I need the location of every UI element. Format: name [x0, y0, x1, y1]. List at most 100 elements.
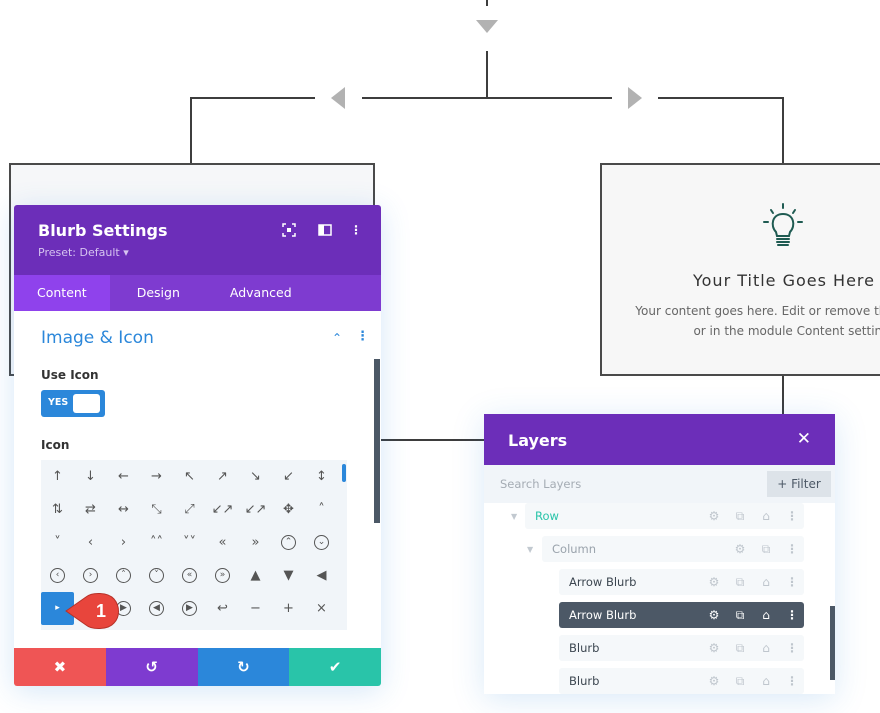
expand-caret-icon[interactable]: ▼	[511, 512, 517, 521]
icon-option[interactable]: ⤡	[140, 493, 173, 526]
gear-icon[interactable]: ⚙	[706, 639, 722, 657]
icon-grid-scrollbar[interactable]	[342, 464, 346, 482]
gear-icon[interactable]: ⚙	[706, 606, 722, 624]
icon-option[interactable]: ˄˄	[140, 526, 173, 559]
tab-content[interactable]: Content	[14, 275, 110, 311]
icon-option[interactable]: ↙↗	[239, 493, 272, 526]
icon-option[interactable]: ↑	[41, 460, 74, 493]
trash-icon[interactable]: ⌂	[758, 639, 774, 657]
layer-row-column[interactable]: Column ⚙ ⧉ ⋮	[542, 536, 804, 562]
icon-option[interactable]: −	[239, 592, 272, 625]
gear-icon[interactable]: ⚙	[732, 540, 748, 558]
layers-scrollbar[interactable]	[830, 606, 835, 680]
duplicate-icon[interactable]: ⧉	[758, 540, 774, 558]
more-icon[interactable]: ⋮	[784, 540, 800, 558]
layers-header[interactable]: Layers ✕	[484, 414, 835, 465]
icon-option[interactable]: ⌄	[305, 526, 338, 559]
icon-option[interactable]: ⇅	[41, 493, 74, 526]
trash-icon[interactable]: ⌂	[758, 507, 774, 525]
trash-icon[interactable]: ⌂	[758, 672, 774, 690]
modal-header[interactable]: Blurb Settings Preset: Default ▾ ⋮	[14, 205, 381, 275]
icon-option[interactable]: ✥	[272, 493, 305, 526]
icon-option[interactable]: ↙	[272, 460, 305, 493]
more-icon[interactable]: ⋮	[784, 573, 800, 591]
duplicate-icon[interactable]: ⧉	[732, 573, 748, 591]
more-icon[interactable]: ⋮	[784, 672, 800, 690]
layer-row-module[interactable]: Blurb ⚙ ⧉ ⌂ ⋮	[559, 635, 804, 661]
duplicate-icon[interactable]: ⧉	[732, 507, 748, 525]
icon-option[interactable]: →	[140, 460, 173, 493]
icon-option[interactable]: ▼	[272, 559, 305, 592]
icon-option[interactable]: ⇄	[74, 493, 107, 526]
icon-option[interactable]: ‹	[74, 526, 107, 559]
icon-option[interactable]: ↩	[206, 592, 239, 625]
icon-option[interactable]: ↗	[206, 460, 239, 493]
circled-glyph: ⌄	[314, 534, 329, 550]
icon-option[interactable]: ⤢	[173, 493, 206, 526]
icon-option[interactable]: ←	[107, 460, 140, 493]
icon-option[interactable]: »	[206, 559, 239, 592]
icon-option[interactable]: ↔	[107, 493, 140, 526]
layer-row-module[interactable]: Arrow Blurb ⚙ ⧉ ⌂ ⋮	[559, 569, 804, 595]
save-button[interactable]: ✔	[289, 648, 381, 686]
icon-option[interactable]: ˄	[305, 493, 338, 526]
trash-icon[interactable]: ⌂	[758, 606, 774, 624]
expand-caret-icon[interactable]: ▼	[527, 545, 533, 554]
chevron-up-icon[interactable]: ⌃	[332, 331, 342, 345]
icon-option[interactable]: ˅	[41, 526, 74, 559]
tab-advanced[interactable]: Advanced	[207, 275, 315, 311]
icon-option[interactable]: ⌃	[272, 526, 305, 559]
icon-option[interactable]: ↓	[74, 460, 107, 493]
right-blurb-card[interactable]: Your Title Goes Here Your content goes h…	[600, 163, 880, 376]
preset-dropdown[interactable]: Preset: Default ▾	[38, 246, 129, 259]
icon-option[interactable]: «	[206, 526, 239, 559]
cancel-button[interactable]: ✖	[14, 648, 106, 686]
undo-button[interactable]: ↺	[105, 648, 198, 686]
icon-option[interactable]: ↖	[173, 460, 206, 493]
gear-icon[interactable]: ⚙	[706, 573, 722, 591]
icon-option[interactable]: ▲	[239, 559, 272, 592]
modal-scrollbar[interactable]	[374, 359, 380, 523]
fullscreen-icon[interactable]	[281, 223, 297, 239]
more-icon[interactable]: ⋮	[784, 639, 800, 657]
more-options-icon[interactable]: ⋮	[348, 223, 364, 239]
icon-option[interactable]: ↕	[305, 460, 338, 493]
icon-option[interactable]: «	[173, 559, 206, 592]
gear-icon[interactable]: ⚙	[706, 507, 722, 525]
tab-design[interactable]: Design	[110, 275, 207, 311]
icon-option[interactable]: ↘	[239, 460, 272, 493]
icon-option[interactable]: ↙↗	[206, 493, 239, 526]
icon-option[interactable]: ˅	[140, 559, 173, 592]
layer-row-module[interactable]: Blurb ⚙ ⧉ ⌂ ⋮	[559, 668, 804, 694]
layer-row-module[interactable]: Arrow Blurb ⚙ ⧉ ⌂ ⋮	[559, 602, 804, 628]
more-icon[interactable]: ⋮	[784, 507, 800, 525]
layer-row-row[interactable]: Row ⚙ ⧉ ⌂ ⋮	[525, 503, 804, 529]
icon-option[interactable]: ◀	[305, 559, 338, 592]
icon-option[interactable]: ˄	[107, 559, 140, 592]
icon-option[interactable]: ◀	[140, 592, 173, 625]
section-title[interactable]: Image & Icon	[41, 328, 154, 348]
duplicate-icon[interactable]: ⧉	[732, 672, 748, 690]
duplicate-icon[interactable]: ⧉	[732, 606, 748, 624]
toggle-label: YES	[48, 397, 69, 408]
sidebar-layout-icon[interactable]	[317, 223, 333, 239]
icon-option[interactable]: ‹	[41, 559, 74, 592]
trash-icon[interactable]: ⌂	[758, 573, 774, 591]
use-icon-toggle[interactable]: YES	[41, 390, 105, 417]
search-layers-input[interactable]	[500, 465, 740, 503]
filter-button[interactable]: + Filter	[767, 471, 831, 497]
gear-icon[interactable]: ⚙	[706, 672, 722, 690]
section-more-icon[interactable]: ⋮	[356, 329, 369, 344]
icon-option[interactable]: ›	[74, 559, 107, 592]
toggle-knob	[73, 394, 100, 413]
icon-option[interactable]: ›	[107, 526, 140, 559]
icon-option[interactable]: ˅˅	[173, 526, 206, 559]
icon-option[interactable]: +	[272, 592, 305, 625]
icon-option[interactable]: »	[239, 526, 272, 559]
icon-option[interactable]: ▶	[173, 592, 206, 625]
duplicate-icon[interactable]: ⧉	[732, 639, 748, 657]
close-icon[interactable]: ✕	[797, 429, 811, 449]
icon-option[interactable]: ×	[305, 592, 338, 625]
redo-button[interactable]: ↻	[197, 648, 290, 686]
more-icon[interactable]: ⋮	[784, 606, 800, 624]
